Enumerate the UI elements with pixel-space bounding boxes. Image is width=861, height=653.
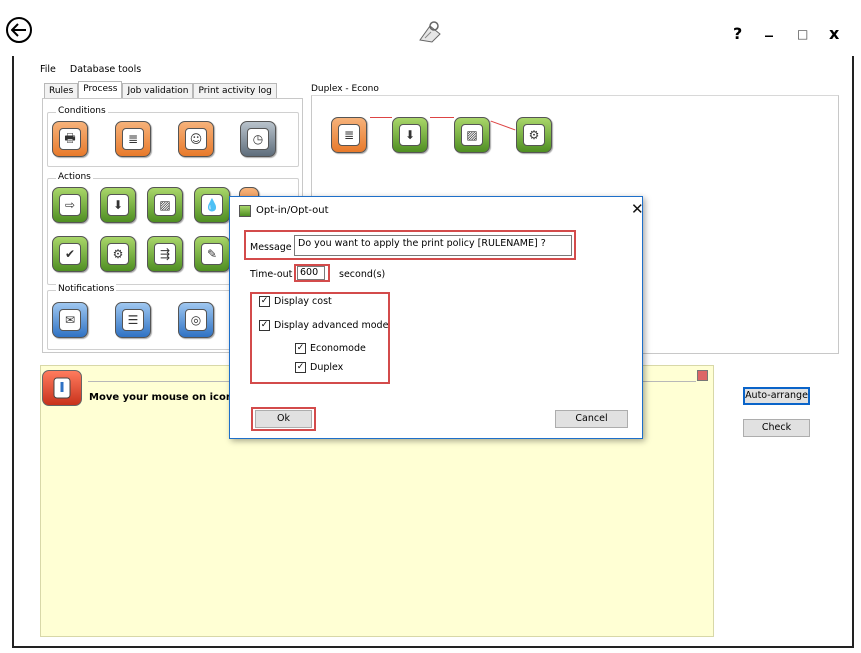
checkmark-icon: ✓	[259, 296, 270, 307]
workflow-connector	[430, 117, 454, 118]
timeout-input[interactable]: 600	[297, 266, 325, 280]
close-button[interactable]: x	[829, 24, 839, 43]
tab-job-validation[interactable]: Job validation	[122, 83, 194, 99]
display-advanced-checkbox[interactable]: ✓ Display advanced mode	[259, 320, 388, 331]
message-input[interactable]: Do you want to apply the print policy [R…	[294, 235, 572, 256]
download-action-icon[interactable]: ⬇	[100, 187, 136, 223]
actions-title: Actions	[56, 172, 93, 182]
timeout-label: Time-out	[250, 269, 293, 280]
workflow-download-node-icon[interactable]: ⬇	[392, 117, 428, 153]
menu-item-database-tools[interactable]: Database tools	[70, 64, 141, 75]
duplex-label: Duplex	[310, 362, 344, 373]
user-condition-icon[interactable]: ☺	[178, 121, 214, 157]
approve-action-icon[interactable]: ✔	[52, 236, 88, 272]
notifications-title: Notifications	[56, 284, 117, 294]
arrow-left-icon	[11, 23, 26, 37]
message-label: Message	[250, 242, 292, 253]
ink-drop-action-icon[interactable]: 💧	[194, 187, 230, 223]
opt-in-out-dialog: Opt-in/Opt-out ✕ Message Do you want to …	[229, 196, 644, 439]
info-hint-icon	[42, 370, 82, 406]
app-logo-icon	[416, 20, 444, 44]
menu-item-file[interactable]: File	[40, 64, 56, 75]
ok-button[interactable]: Ok	[255, 410, 312, 428]
back-button[interactable]	[6, 17, 32, 43]
minimize-button[interactable]: _	[765, 18, 773, 37]
workflow-title: Duplex - Econo	[311, 84, 379, 94]
tab-rules[interactable]: Rules	[44, 83, 79, 99]
info-close-icon[interactable]	[697, 370, 708, 381]
timeout-unit: second(s)	[339, 269, 386, 280]
duplex-checkbox[interactable]: ✓ Duplex	[295, 362, 343, 373]
settings-action-icon[interactable]: ⚙	[100, 236, 136, 272]
economode-checkbox[interactable]: ✓ Economode	[295, 343, 366, 354]
display-cost-label: Display cost	[274, 296, 332, 307]
checkmark-icon: ✓	[295, 343, 306, 354]
dialog-app-icon	[239, 205, 251, 217]
forward-action-icon[interactable]: ⇶	[147, 236, 183, 272]
image-action-icon[interactable]: ▨	[147, 187, 183, 223]
dialog-titlebar[interactable]: Opt-in/Opt-out ✕	[230, 197, 644, 225]
workflow-document-node-icon[interactable]: ≣	[331, 117, 367, 153]
maximize-button[interactable]: □	[797, 27, 808, 41]
check-button[interactable]: Check	[743, 419, 810, 437]
edit-action-icon[interactable]: ✎	[194, 236, 230, 272]
redirect-action-icon[interactable]: ⇨	[52, 187, 88, 223]
economode-label: Economode	[310, 343, 366, 354]
workflow-settings-node-icon[interactable]: ⚙	[516, 117, 552, 153]
sound-notification-icon[interactable]: ◎	[178, 302, 214, 338]
dialog-title: Opt-in/Opt-out	[256, 205, 329, 216]
document-condition-icon[interactable]: ≣	[115, 121, 151, 157]
menu-bar: File Database tools	[40, 64, 141, 75]
dialog-close-icon[interactable]: ✕	[631, 200, 644, 218]
popup-notification-icon[interactable]: ☰	[115, 302, 151, 338]
tab-print-activity-log[interactable]: Print activity log	[193, 83, 277, 99]
auto-arrange-button[interactable]: Auto-arrange	[743, 387, 810, 405]
cancel-button[interactable]: Cancel	[555, 410, 628, 428]
workflow-connector	[370, 117, 392, 118]
display-advanced-label: Display advanced mode	[274, 320, 389, 331]
help-button[interactable]: ?	[733, 24, 742, 43]
display-cost-checkbox[interactable]: ✓ Display cost	[259, 296, 332, 307]
conditions-title: Conditions	[56, 106, 108, 116]
mail-notification-icon[interactable]: ✉	[52, 302, 88, 338]
printer-condition-icon[interactable]: 🖶	[52, 121, 88, 157]
tab-strip: Rules Process Job validation Print activ…	[44, 81, 277, 99]
schedule-condition-icon[interactable]: ◷	[240, 121, 276, 157]
checkmark-icon: ✓	[259, 320, 270, 331]
tab-process[interactable]: Process	[78, 81, 123, 99]
workflow-image-node-icon[interactable]: ▨	[454, 117, 490, 153]
checkmark-icon: ✓	[295, 362, 306, 373]
